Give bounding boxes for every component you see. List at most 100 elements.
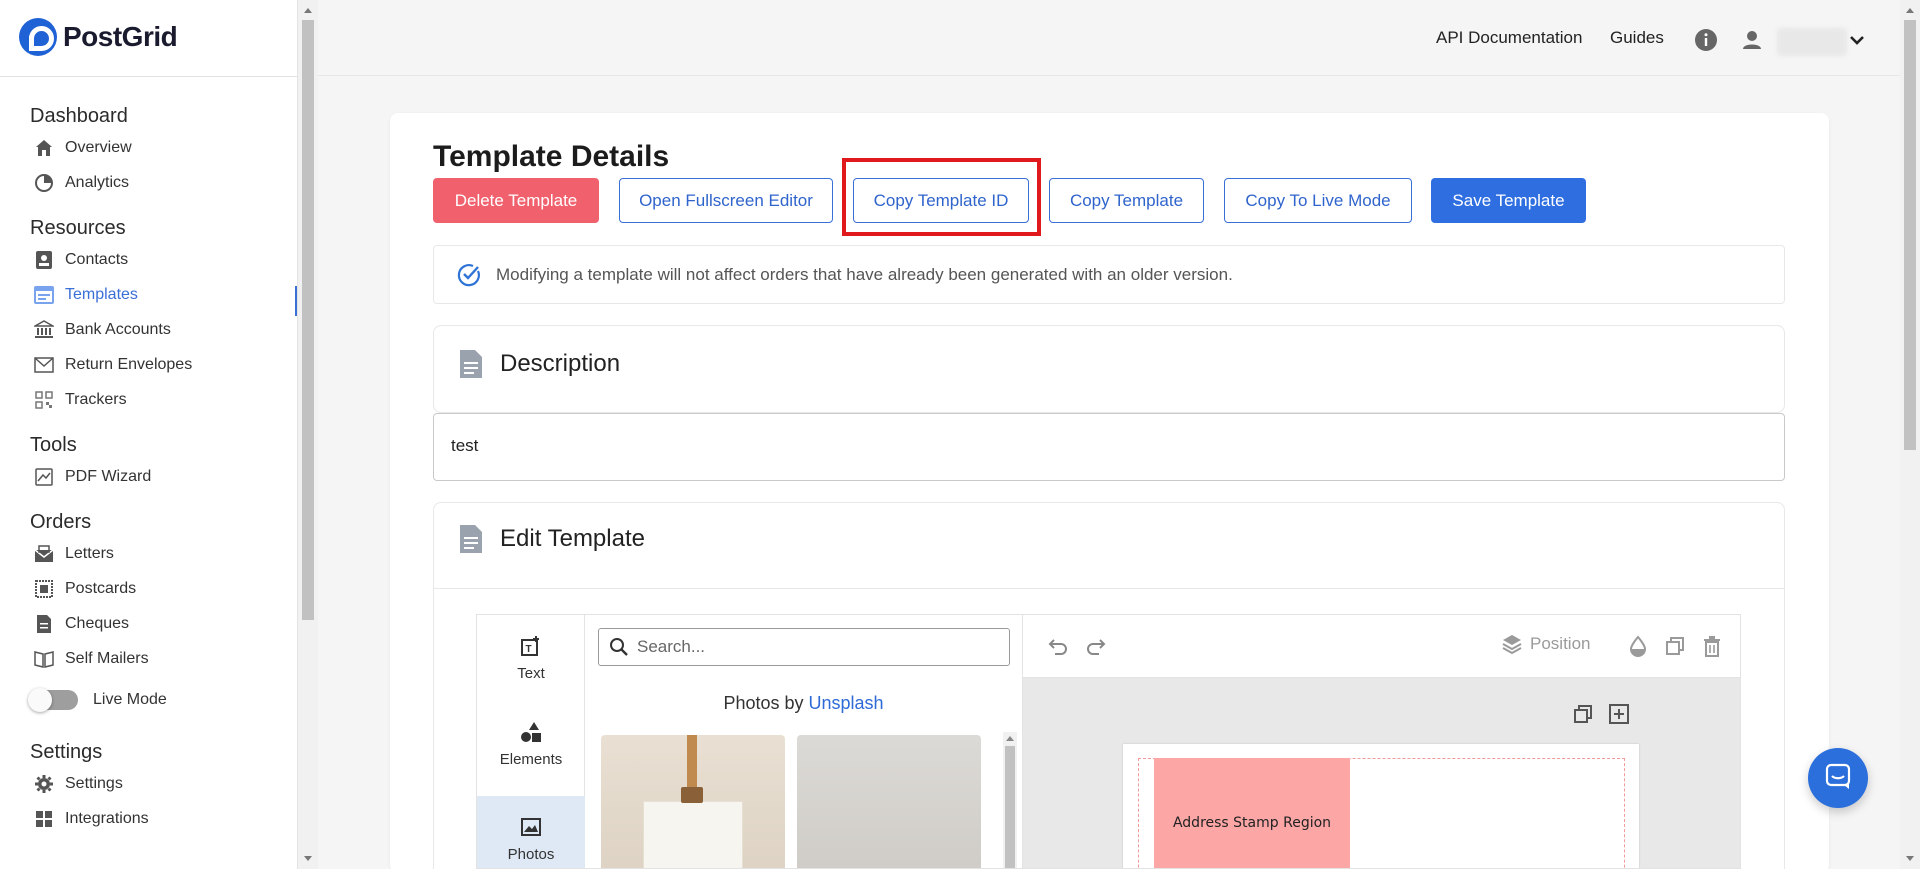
- scrollbar-thumb[interactable]: [302, 20, 314, 620]
- copy-template-id-button[interactable]: Copy Template ID: [853, 178, 1029, 223]
- position-label: Position: [1530, 634, 1591, 653]
- unsplash-link[interactable]: Unsplash: [809, 693, 884, 713]
- tab-label: Text: [517, 664, 545, 682]
- copy-template-button[interactable]: Copy Template: [1049, 178, 1204, 223]
- sidebar-scrollbar[interactable]: [298, 0, 318, 869]
- opacity-icon[interactable]: [1627, 635, 1649, 657]
- save-template-button[interactable]: Save Template: [1431, 178, 1586, 223]
- chat-icon: [1824, 762, 1852, 795]
- description-section: Description: [433, 325, 1785, 413]
- sidebar-item-label: Overview: [65, 138, 132, 156]
- open-fullscreen-editor-button[interactable]: Open Fullscreen Editor: [619, 178, 833, 223]
- sidebar-item-overview[interactable]: Overview: [30, 130, 290, 165]
- description-input[interactable]: test: [433, 413, 1785, 481]
- bank-icon: [34, 319, 54, 340]
- guides-link[interactable]: Guides: [1610, 28, 1664, 48]
- sidebar-item-label: Return Envelopes: [65, 355, 193, 373]
- address-stamp-region[interactable]: Address Stamp Region: [1154, 758, 1350, 868]
- pdf-wizard-icon: [34, 467, 54, 487]
- scrollbar-thumb[interactable]: [1904, 20, 1916, 450]
- photos-scrollbar[interactable]: [1003, 732, 1017, 868]
- divider: [0, 76, 298, 77]
- image-icon: [520, 816, 542, 838]
- chat-support-button[interactable]: [1808, 748, 1868, 808]
- sidebar-item-pdf-wizard[interactable]: PDF Wizard: [30, 459, 290, 494]
- sidebar-item-bank-accounts[interactable]: Bank Accounts: [30, 312, 290, 347]
- duplicate-page-icon[interactable]: [1572, 703, 1594, 725]
- chevron-down-icon[interactable]: [1847, 30, 1871, 54]
- undo-icon[interactable]: [1047, 635, 1069, 657]
- tab-text[interactable]: T Text: [477, 615, 585, 701]
- account-name-redacted[interactable]: [1777, 28, 1847, 56]
- trash-icon[interactable]: [1701, 635, 1723, 657]
- photos-attribution: Photos by Unsplash: [585, 693, 1022, 714]
- sidebar-item-return-envelopes[interactable]: Return Envelopes: [30, 347, 290, 382]
- tab-elements[interactable]: Elements: [477, 701, 585, 787]
- grid-icon: [34, 809, 54, 829]
- editor-toolbar: Position: [1022, 615, 1740, 678]
- delete-template-button[interactable]: Delete Template: [433, 178, 599, 223]
- photo-search-box[interactable]: [598, 628, 1010, 666]
- info-message: Modifying a template will not affect ord…: [496, 264, 1233, 284]
- nav-section-resources: Resources: [30, 217, 126, 239]
- sidebar-item-letters[interactable]: Letters: [30, 536, 290, 571]
- description-header: Description: [458, 348, 620, 380]
- scroll-up-arrow-icon[interactable]: [1906, 8, 1914, 13]
- sidebar-item-label: PDF Wizard: [65, 467, 152, 485]
- sidebar: PostGrid Dashboard Overview Analytics Re…: [0, 0, 298, 869]
- copy-to-live-mode-button[interactable]: Copy To Live Mode: [1224, 178, 1412, 223]
- sidebar-item-analytics[interactable]: Analytics: [30, 165, 290, 200]
- position-button[interactable]: Position: [1501, 633, 1590, 655]
- template-editor: T Text Elements Photos Photos by Unsplas: [476, 614, 1741, 869]
- tab-photos[interactable]: Photos: [477, 796, 585, 868]
- sidebar-item-cheques[interactable]: Cheques: [30, 606, 290, 641]
- search-icon: [609, 637, 629, 657]
- sidebar-item-label: Self Mailers: [65, 649, 149, 667]
- sidebar-item-label: Bank Accounts: [65, 320, 171, 338]
- sidebar-item-postcards[interactable]: Postcards: [30, 571, 290, 606]
- edit-template-header: Edit Template: [458, 523, 645, 555]
- nav-section-dashboard: Dashboard: [30, 105, 128, 127]
- add-page-icon[interactable]: [1608, 703, 1630, 725]
- sidebar-item-trackers[interactable]: Trackers: [30, 382, 290, 417]
- live-mode-toggle-row[interactable]: Live Mode: [28, 676, 290, 724]
- user-icon[interactable]: [1740, 28, 1764, 52]
- scroll-down-arrow-icon[interactable]: [304, 856, 312, 861]
- sidebar-item-contacts[interactable]: Contacts: [30, 242, 290, 277]
- page-title: Template Details: [433, 140, 670, 173]
- postcard-icon: [34, 579, 54, 599]
- pie-chart-icon: [34, 173, 54, 193]
- sidebar-item-label: Integrations: [65, 809, 149, 827]
- live-mode-toggle[interactable]: [28, 688, 78, 712]
- info-notice: Modifying a template will not affect ord…: [433, 245, 1785, 304]
- scrollbar-thumb[interactable]: [1005, 746, 1015, 868]
- contact-card-icon: [34, 250, 54, 270]
- photo-search-input[interactable]: [637, 637, 997, 657]
- duplicate-icon[interactable]: [1664, 635, 1686, 657]
- shapes-icon: [520, 721, 542, 743]
- sidebar-item-self-mailers[interactable]: Self Mailers: [30, 641, 290, 676]
- sidebar-item-templates[interactable]: Templates: [30, 277, 290, 312]
- sidebar-item-integrations[interactable]: Integrations: [30, 801, 290, 836]
- brand-logo[interactable]: PostGrid: [19, 17, 178, 57]
- redo-icon[interactable]: [1085, 635, 1107, 657]
- api-documentation-link[interactable]: API Documentation: [1436, 28, 1582, 48]
- scroll-down-arrow-icon[interactable]: [1906, 856, 1914, 861]
- check-circle-icon: [456, 262, 482, 288]
- scroll-up-arrow-icon[interactable]: [1006, 736, 1014, 741]
- tab-label: Elements: [499, 750, 563, 768]
- page-scrollbar[interactable]: [1900, 0, 1920, 869]
- scroll-up-arrow-icon[interactable]: [304, 8, 312, 13]
- document-icon: [458, 523, 484, 555]
- cheque-icon: [34, 614, 54, 634]
- editor-canvas[interactable]: Address Stamp Region: [1022, 678, 1740, 868]
- sidebar-item-settings[interactable]: Settings: [30, 766, 290, 801]
- photo-thumbnail[interactable]: [797, 735, 981, 868]
- svg-text:T: T: [526, 644, 532, 655]
- photo-thumbnail[interactable]: [601, 735, 785, 868]
- template-page[interactable]: Address Stamp Region: [1123, 744, 1639, 868]
- easel-clamp-image-detail: [681, 787, 703, 803]
- info-icon[interactable]: [1694, 28, 1718, 52]
- sidebar-item-label: Analytics: [65, 173, 130, 191]
- sidebar-item-label: Postcards: [65, 579, 137, 597]
